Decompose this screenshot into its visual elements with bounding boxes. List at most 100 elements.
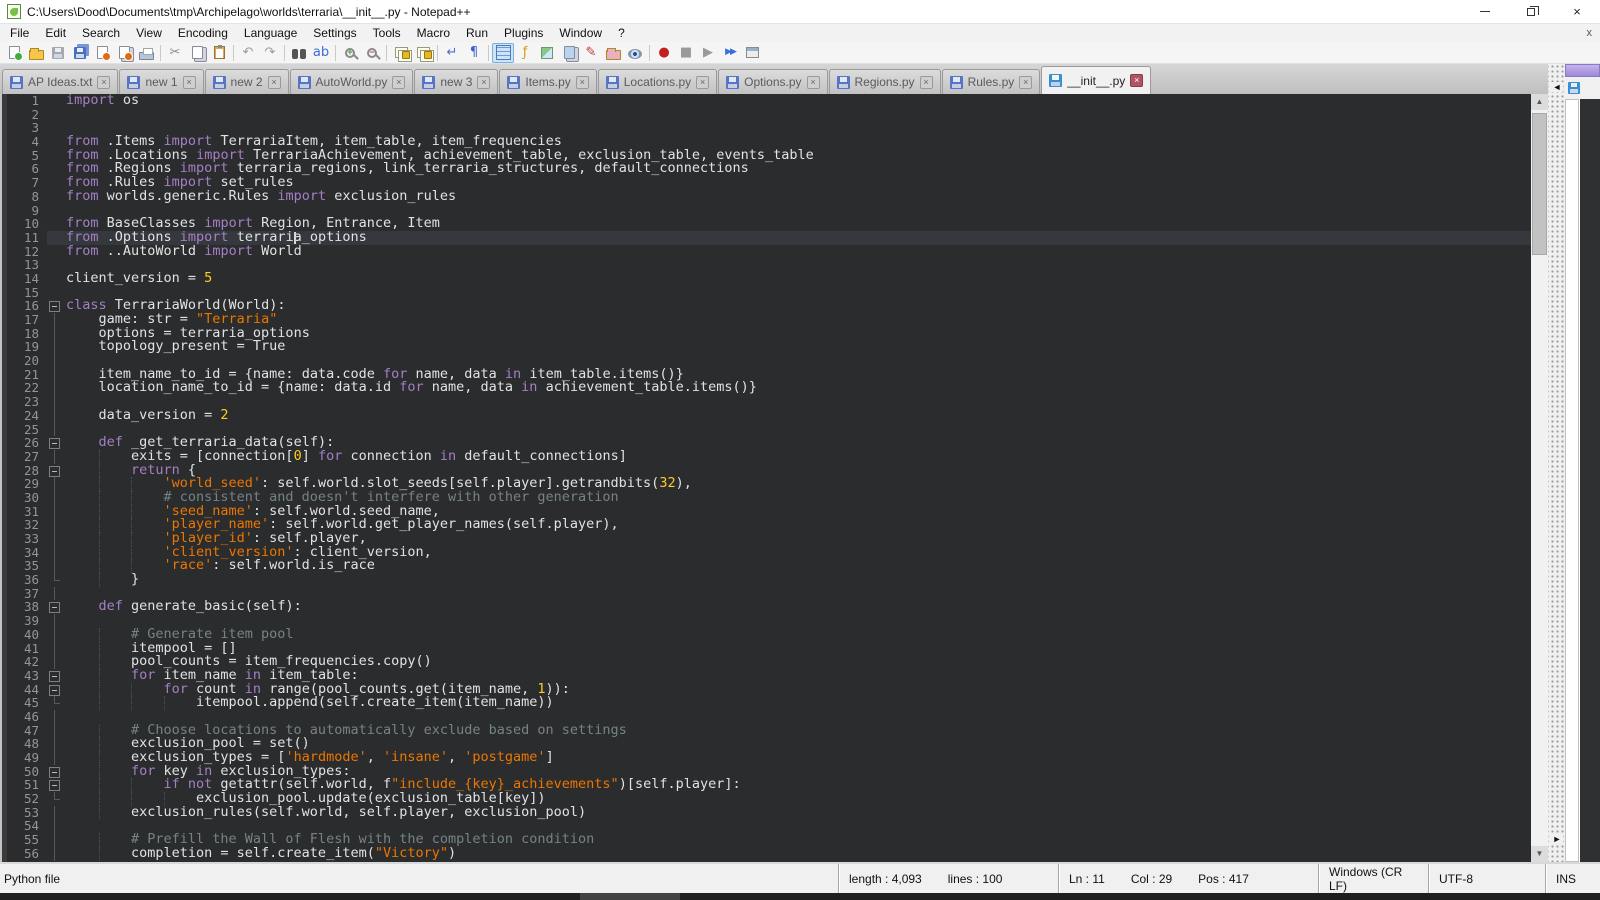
show-indent-guide-button[interactable]: [492, 43, 514, 63]
code-line[interactable]: 24data_version = 2: [7, 409, 1531, 423]
open-file-button[interactable]: [25, 43, 47, 63]
tab-close-icon[interactable]: ×: [268, 76, 281, 89]
menu-item-run[interactable]: Run: [458, 25, 496, 41]
macro-play-button[interactable]: ▶: [697, 43, 719, 63]
panel-list[interactable]: [1565, 99, 1579, 862]
menu-item-tools[interactable]: Tools: [365, 25, 409, 41]
code-line[interactable]: 35'race': self.world.is_race: [7, 559, 1531, 573]
code-line[interactable]: 56completion = self.create_item("Victory…: [7, 847, 1531, 861]
fold-toggle-icon[interactable]: [47, 683, 62, 697]
code-line[interactable]: 53exclusion_rules(self.world, self.playe…: [7, 806, 1531, 820]
restore-button[interactable]: [1508, 0, 1554, 24]
tab-close-icon[interactable]: ×: [920, 76, 933, 89]
menu-close-icon[interactable]: x: [1587, 27, 1593, 39]
menu-item-settings[interactable]: Settings: [305, 25, 364, 41]
editor[interactable]: 1import os234from .Items import Terraria…: [0, 94, 1548, 862]
code-line[interactable]: 1import os: [7, 94, 1531, 108]
code-area[interactable]: 1import os234from .Items import Terraria…: [7, 94, 1531, 862]
redo-button[interactable]: ↷: [259, 43, 281, 63]
fold-toggle-icon[interactable]: [47, 778, 62, 792]
fold-toggle-icon[interactable]: [47, 600, 62, 614]
code-line[interactable]: 45itempool.append(self.create_item(item_…: [7, 696, 1531, 710]
show-all-characters-button[interactable]: ¶: [463, 43, 485, 63]
tab-options-py[interactable]: Options.py×: [718, 69, 827, 94]
tab-close-icon[interactable]: ×: [576, 76, 589, 89]
tab-autoworld-py[interactable]: AutoWorld.py×: [290, 69, 414, 94]
new-file-button[interactable]: [3, 43, 25, 63]
menu-item-language[interactable]: Language: [236, 25, 305, 41]
print-button[interactable]: [135, 43, 157, 63]
close-all-button[interactable]: [113, 43, 135, 63]
menu-item-search[interactable]: Search: [74, 25, 128, 41]
scroll-up-icon[interactable]: ▲: [1531, 94, 1548, 110]
macro-run-multiple-button[interactable]: ▶▶: [719, 43, 741, 63]
code-line[interactable]: 22location_name_to_id = {name: data.id f…: [7, 381, 1531, 395]
code-line[interactable]: 38def generate_basic(self):: [7, 600, 1531, 614]
tab-items-py[interactable]: Items.py×: [499, 69, 596, 94]
tab-close-icon[interactable]: ×: [183, 76, 196, 89]
function-list-button[interactable]: ƒ: [514, 43, 536, 63]
menu-item-plugins[interactable]: Plugins: [496, 25, 551, 41]
folder-as-workspace-button[interactable]: ✎: [580, 43, 602, 63]
tab-init-py[interactable]: __init__.py×: [1041, 66, 1151, 94]
scrollbar-track[interactable]: [1531, 110, 1548, 846]
menu-item-macro[interactable]: Macro: [409, 25, 458, 41]
fold-toggle-icon[interactable]: [47, 765, 62, 779]
panel-splitter[interactable]: ◄ ►: [1548, 64, 1565, 862]
menu-item-window[interactable]: Window: [551, 25, 610, 41]
tab-ap-ideas-txt[interactable]: AP Ideas.txt×: [2, 69, 118, 94]
code-line[interactable]: 13: [7, 258, 1531, 272]
sync-horizontal-scrolling-button[interactable]: [412, 43, 434, 63]
fold-toggle-icon[interactable]: [47, 299, 62, 313]
code-line[interactable]: 12from ..AutoWorld import World: [7, 245, 1531, 259]
code-line[interactable]: 14client_version = 5: [7, 272, 1531, 286]
tab-new-1[interactable]: new 1×: [119, 69, 203, 94]
splitter-collapse-right-icon[interactable]: ►: [1551, 834, 1563, 844]
code-line[interactable]: 8from worlds.generic.Rules import exclus…: [7, 190, 1531, 204]
zoom-in-button[interactable]: [339, 43, 361, 63]
tab-regions-py[interactable]: Regions.py×: [829, 69, 941, 94]
find-button[interactable]: [288, 43, 310, 63]
panel-map-preview[interactable]: [1579, 99, 1600, 862]
code-line[interactable]: 27exits = [connection[0] for connection …: [7, 450, 1531, 464]
save-file-button[interactable]: [47, 43, 69, 63]
close-file-button[interactable]: [91, 43, 113, 63]
menu-item-encoding[interactable]: Encoding: [170, 25, 236, 41]
macro-save-button[interactable]: [741, 43, 763, 63]
tab-close-icon[interactable]: ×: [1130, 74, 1143, 87]
tab-locations-py[interactable]: Locations.py×: [598, 69, 717, 94]
document-list-button[interactable]: [558, 43, 580, 63]
replace-button[interactable]: ab: [310, 43, 332, 63]
view-monitoring-button[interactable]: [624, 43, 646, 63]
code-line[interactable]: 23: [7, 395, 1531, 409]
macro-stop-button[interactable]: ■: [675, 43, 697, 63]
project-panel-button[interactable]: [602, 43, 624, 63]
paste-button[interactable]: [208, 43, 230, 63]
menu-item-file[interactable]: File: [2, 25, 37, 41]
code-line[interactable]: 19topology_present = True: [7, 340, 1531, 354]
splitter-collapse-left-icon[interactable]: ◄: [1551, 82, 1563, 92]
zoom-out-button[interactable]: [361, 43, 383, 63]
tab-close-icon[interactable]: ×: [477, 76, 490, 89]
cut-button[interactable]: ✂: [164, 43, 186, 63]
code-line[interactable]: 36}: [7, 573, 1531, 587]
save-all-button[interactable]: [69, 43, 91, 63]
scrollbar-thumb[interactable]: [1532, 113, 1547, 255]
macro-record-button[interactable]: ●: [653, 43, 675, 63]
fold-toggle-icon[interactable]: [47, 669, 62, 683]
tab-close-icon[interactable]: ×: [807, 76, 820, 89]
tab-rules-py[interactable]: Rules.py×: [942, 69, 1041, 94]
fold-toggle-icon[interactable]: [47, 464, 62, 478]
tab-new-2[interactable]: new 2×: [205, 69, 289, 94]
menu-item-view[interactable]: View: [128, 25, 170, 41]
menu-item-edit[interactable]: Edit: [37, 25, 74, 41]
scroll-down-icon[interactable]: ▼: [1531, 846, 1548, 862]
menu-item-[interactable]: ?: [610, 25, 633, 41]
undo-button[interactable]: ↶: [237, 43, 259, 63]
fold-toggle-icon[interactable]: [47, 436, 62, 450]
tab-close-icon[interactable]: ×: [392, 76, 405, 89]
tab-close-icon[interactable]: ×: [696, 76, 709, 89]
sync-vertical-scrolling-button[interactable]: [390, 43, 412, 63]
code-line[interactable]: 2: [7, 108, 1531, 122]
close-button[interactable]: ×: [1554, 0, 1600, 24]
